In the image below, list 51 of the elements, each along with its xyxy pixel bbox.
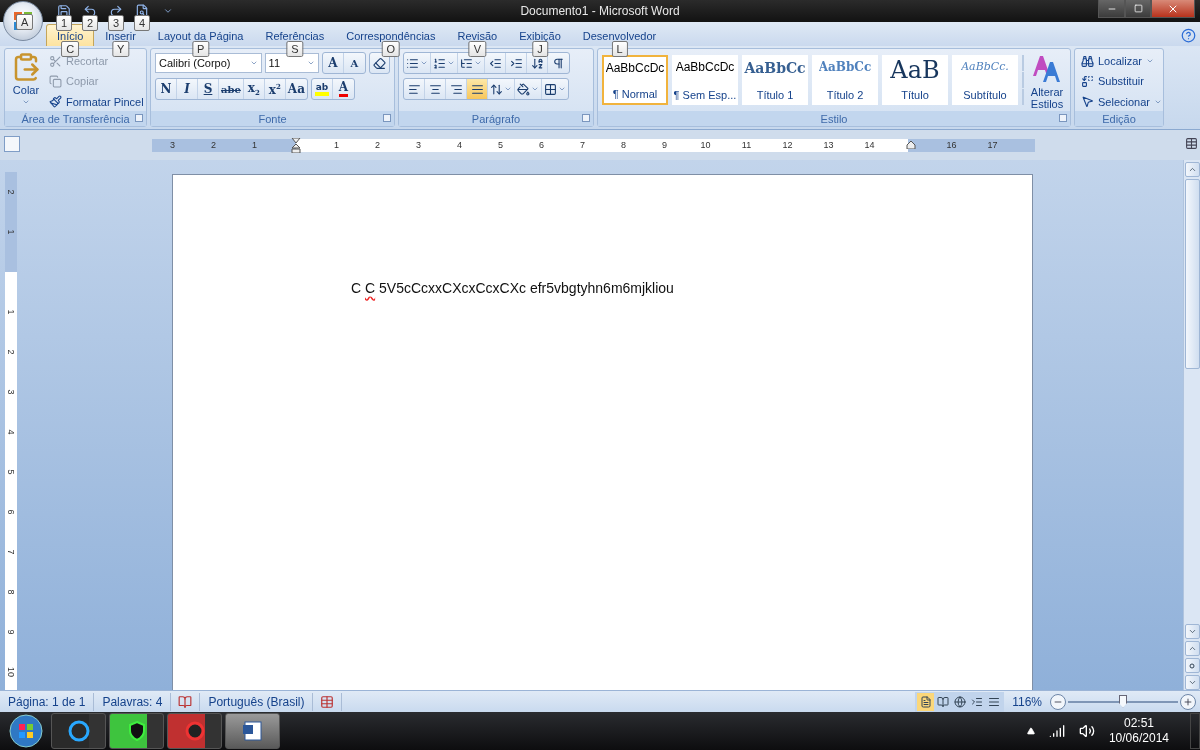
keytip-tooltip: Y [111, 41, 130, 57]
ruler-number: 3 [170, 140, 175, 150]
keytip-tooltip: C [61, 41, 80, 57]
group-label: Área de Transferência [21, 112, 130, 125]
ruler-number: 8 [621, 140, 626, 150]
ruler-number: 3 [6, 389, 16, 395]
ruler-number: 17 [987, 140, 998, 150]
ruler-number: 6 [539, 140, 544, 150]
keytip-tooltip: P [192, 41, 210, 57]
ruler-number: 16 [946, 140, 957, 150]
group-label: Fonte [258, 112, 287, 125]
ruler-number: 2 [375, 140, 380, 150]
keytip-tooltip: 1 [56, 15, 73, 31]
ruler-number: 12 [782, 140, 793, 150]
document-text: C C 5V5cCcxxCXcxCcxCXc efr5vbgtyhn6m6mjkliou [351, 280, 675, 296]
window-title: Documento1 - Microsoft Word [519, 4, 681, 18]
ruler-number: 7 [580, 140, 585, 150]
ruler-number: 9 [662, 140, 667, 150]
keytip-tooltip: O [381, 41, 401, 57]
ruler-number: 8 [6, 589, 16, 595]
keytip-tooltip: A [16, 14, 34, 30]
group-label: Edição [1102, 112, 1136, 125]
ruler-number: 2 [6, 349, 16, 355]
keytip-tooltip: 4 [134, 15, 151, 31]
ruler-number: 1 [334, 140, 339, 150]
ruler-number: 14 [864, 140, 875, 150]
keytip-tooltip: L [611, 41, 628, 57]
ruler-number: 13 [823, 140, 834, 150]
ruler-number: 2 [211, 140, 216, 150]
ruler-number: 1 [252, 140, 257, 150]
group-label: Estilo [820, 112, 848, 125]
ruler-number: 4 [6, 429, 16, 435]
ruler-number: 3 [416, 140, 421, 150]
keytip-tooltip: V [468, 41, 487, 57]
ruler-number: 7 [6, 549, 16, 555]
group-label: Parágrafo [471, 112, 521, 125]
keytip-tooltip: 2 [82, 15, 99, 31]
ruler-number: 6 [6, 509, 16, 515]
ruler-number: 9 [6, 629, 16, 635]
keytip-tooltip: 3 [108, 15, 125, 31]
ruler-number: 5 [498, 140, 503, 150]
ruler-number: 10 [6, 667, 16, 677]
ruler-number: 2 [6, 189, 16, 195]
ruler-number: 5 [6, 469, 16, 475]
ruler-number: 1 [6, 309, 16, 315]
ruler-number: 10 [700, 140, 711, 150]
ruler-number: 1 [6, 229, 16, 235]
keytip-tooltip: J [532, 41, 548, 57]
keytip-tooltip: S [286, 41, 304, 57]
ruler-number: 11 [741, 140, 752, 150]
ruler-number: 4 [457, 140, 462, 150]
